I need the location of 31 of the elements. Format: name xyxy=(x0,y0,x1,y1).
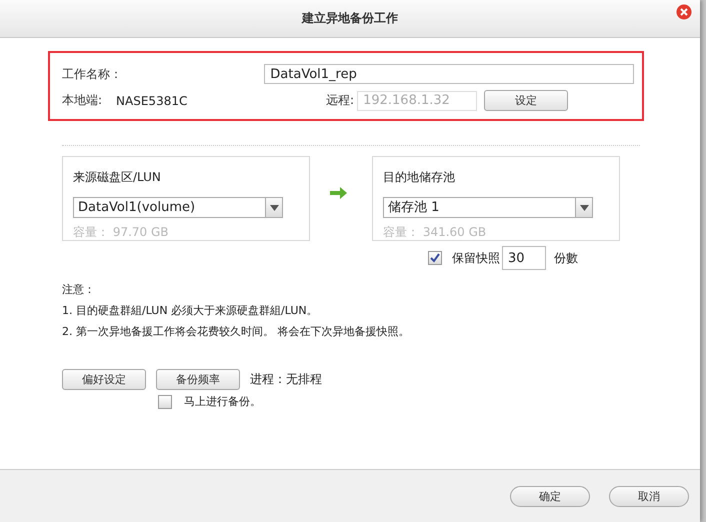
dropdown[interactable]: 储存池 1 xyxy=(383,197,593,218)
caret-icon xyxy=(270,204,278,210)
field-label: 远程: xyxy=(326,92,354,109)
capacity-text: 容量： 97.70 GB xyxy=(73,224,170,241)
note-text: 2. 第一次异地备援工作将会花费较久时间。 将会在下次异地备援快照。 xyxy=(62,324,410,339)
notes-title: 注意： xyxy=(62,282,96,297)
capacity-text: 容量： 341.60 GB xyxy=(383,224,488,241)
field-label: 本地端: xyxy=(62,92,102,109)
snapshot-count-field[interactable]: 30 xyxy=(502,246,546,270)
action-button[interactable]: 偏好设定 xyxy=(62,369,146,390)
dialog-button[interactable]: 取消 xyxy=(609,486,689,506)
checkbox[interactable] xyxy=(428,251,442,265)
set-button[interactable]: 设定 xyxy=(484,90,568,111)
checkbox-label: 保留快照 xyxy=(452,250,500,266)
local-host-name: NASE5381C xyxy=(116,94,188,108)
note-text: 1. 目的硬盘群組/LUN 必须大于来源硬盘群組/LUN。 xyxy=(62,303,319,318)
schedule-text: 进程：无排程 xyxy=(250,371,322,388)
close-icon[interactable] xyxy=(676,4,692,20)
checkbox[interactable] xyxy=(158,394,172,408)
window-title: 建立异地备份工作 xyxy=(302,10,398,27)
dialog-button[interactable]: 确定 xyxy=(510,486,590,506)
arrow-icon xyxy=(330,186,348,200)
caret-icon xyxy=(580,204,588,210)
checkbox-label: 马上进行备份。 xyxy=(184,394,261,409)
dropdown[interactable]: DataVol1(volume) xyxy=(73,197,283,218)
action-button[interactable]: 备份频率 xyxy=(156,369,240,390)
field-label: 工作名称： xyxy=(62,66,123,82)
panel-title: 目的地储存池 xyxy=(383,169,456,186)
unit-label: 份數 xyxy=(554,250,578,266)
job-name-field[interactable]: DataVol1_rep xyxy=(264,64,634,84)
panel-title: 来源磁盘区/LUN xyxy=(73,169,162,186)
